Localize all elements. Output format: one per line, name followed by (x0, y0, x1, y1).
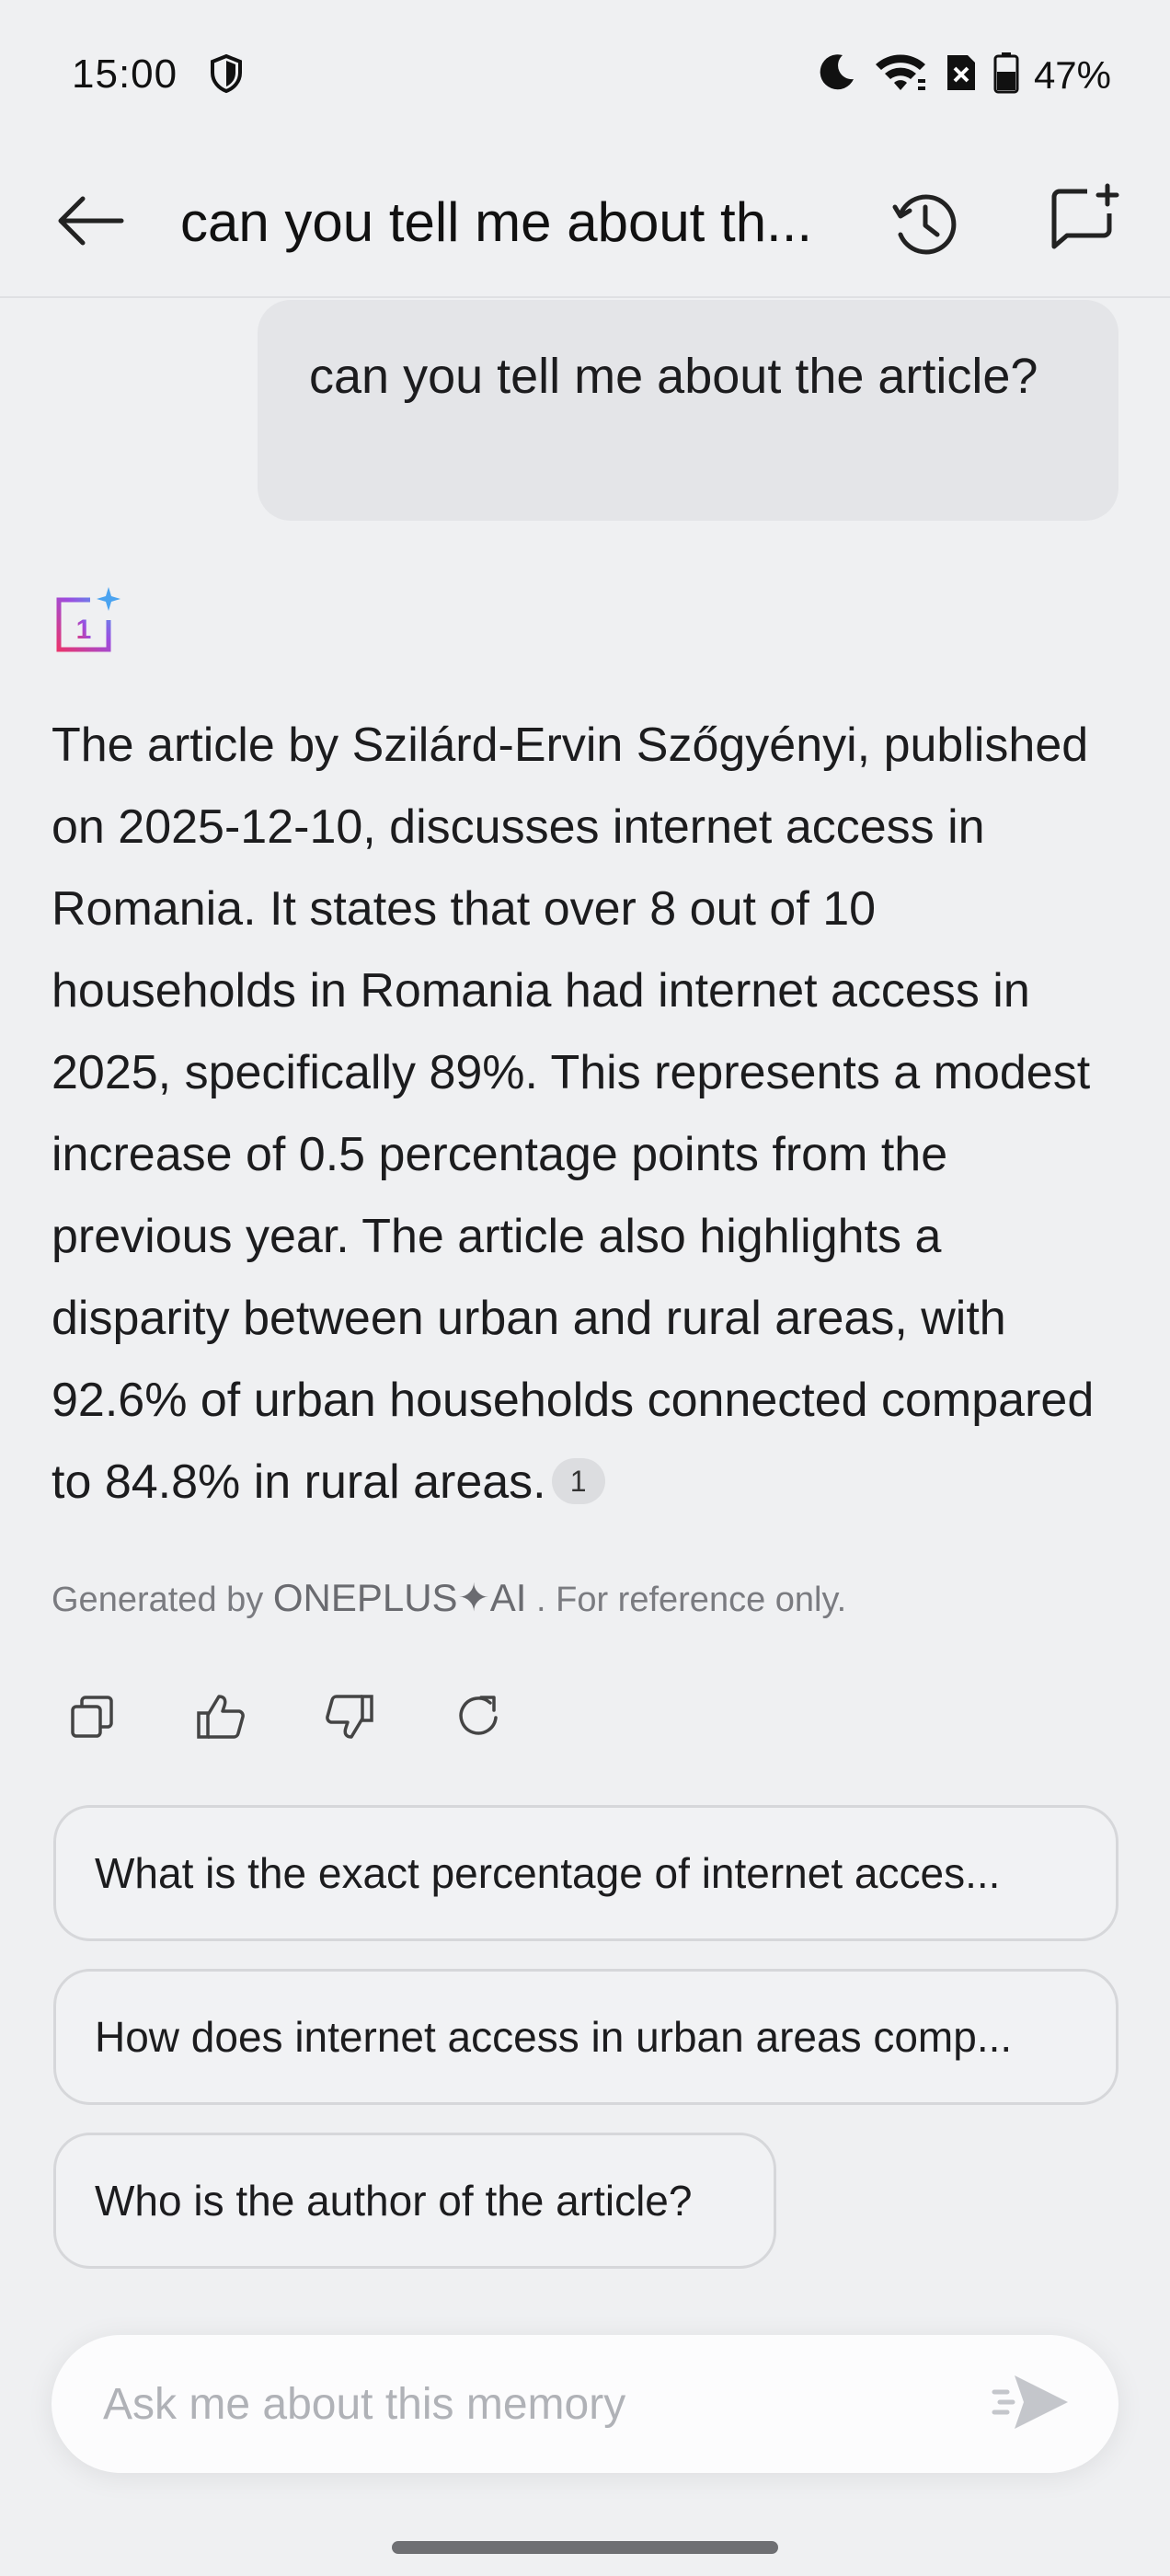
suggestion-chip[interactable]: Who is the author of the article? (53, 2133, 776, 2269)
chat-input[interactable] (103, 2335, 968, 2473)
thumbs-down-icon (324, 1693, 375, 1745)
disclaimer-suffix: . For reference only. (536, 1581, 847, 1619)
battery-percent: 47% (1033, 52, 1111, 97)
send-button[interactable] (990, 2367, 1072, 2441)
regenerate-icon (453, 1692, 503, 1746)
disclaimer-prefix: Generated by (52, 1581, 264, 1619)
page-title: can you tell me about th... (180, 191, 813, 253)
user-message-bubble: can you tell me about the article? (258, 300, 1118, 521)
screen: 15:00 47% can you tell me about th... ca… (0, 0, 1170, 2576)
thumbs-down-button[interactable] (313, 1682, 386, 1755)
status-time: 15:00 (72, 52, 178, 97)
status-icons: 47% (815, 52, 1111, 98)
disclaimer-brand: ONEPLUS✦AI (272, 1576, 527, 1619)
back-button[interactable] (50, 182, 131, 263)
ai-answer: The article by Szilárd-Ervin Szőgyényi, … (52, 705, 1128, 1524)
ai-answer-text: The article by Szilárd-Ervin Szőgyényi, … (52, 719, 1095, 1509)
thumbs-up-button[interactable] (184, 1682, 258, 1755)
wifi-icon (872, 52, 929, 98)
top-app-bar: can you tell me about th... (0, 147, 1170, 298)
copy-icon (69, 1694, 115, 1744)
svg-text:1: 1 (76, 615, 92, 645)
history-button[interactable] (881, 182, 969, 270)
moon-icon (815, 52, 857, 98)
chat-input-bar (52, 2335, 1118, 2473)
thumbs-up-icon (195, 1693, 247, 1745)
oneplus-ai-logo: 1 (53, 585, 123, 655)
suggestion-chip[interactable]: What is the exact percentage of internet… (53, 1805, 1118, 1941)
copy-button[interactable] (55, 1682, 129, 1755)
regenerate-button[interactable] (442, 1682, 515, 1755)
sim-off-icon (944, 52, 979, 98)
back-arrow-icon (53, 193, 127, 253)
disclaimer: Generated by ONEPLUS✦AI . For reference … (52, 1575, 846, 1620)
new-chat-button[interactable] (1038, 175, 1130, 267)
send-icon (991, 2370, 1072, 2439)
history-icon (888, 187, 963, 267)
citation-badge[interactable]: 1 (551, 1458, 605, 1505)
home-indicator[interactable] (392, 2541, 778, 2554)
response-actions (55, 1682, 515, 1755)
status-bar: 15:00 47% (0, 0, 1170, 147)
battery-icon (993, 52, 1019, 98)
suggestion-chip[interactable]: How does internet access in urban areas … (53, 1969, 1118, 2105)
new-chat-icon (1047, 182, 1120, 260)
shield-icon (208, 53, 245, 98)
